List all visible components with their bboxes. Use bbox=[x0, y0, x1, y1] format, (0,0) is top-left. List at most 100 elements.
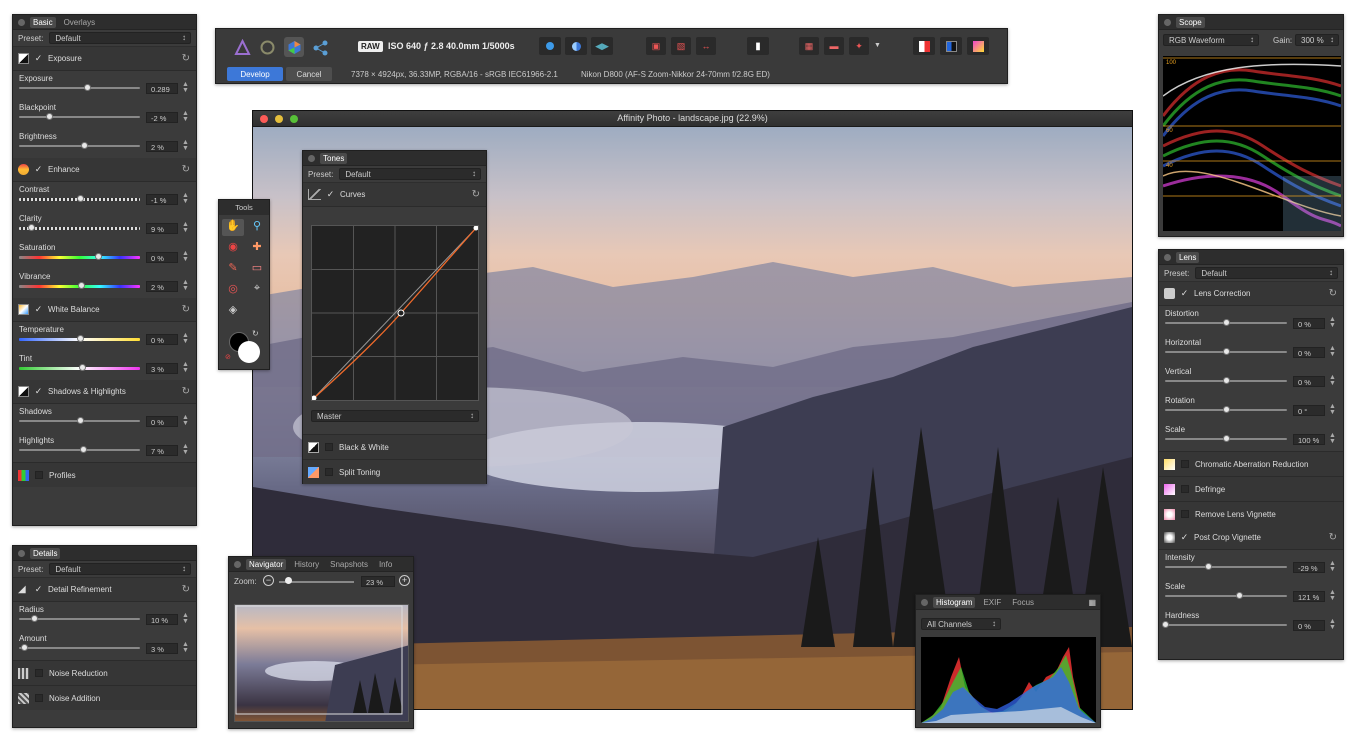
tab-info[interactable]: Info bbox=[376, 559, 395, 570]
hardness-slider-knob[interactable] bbox=[1162, 621, 1169, 628]
brush-tool-icon[interactable]: ✎ bbox=[222, 261, 244, 278]
temperature-value-field[interactable]: 0 % bbox=[146, 334, 178, 345]
channel-select[interactable]: Master bbox=[311, 410, 479, 422]
gradient-tool-icon[interactable]: ◎ bbox=[222, 282, 244, 299]
noise-addition-checkbox[interactable] bbox=[35, 694, 43, 702]
tab-focus[interactable]: Focus bbox=[1009, 597, 1037, 608]
contrast-stepper[interactable]: ▲ ▼ bbox=[182, 192, 189, 205]
chromatic-aberration-section[interactable]: Chromatic Aberration Reduction bbox=[1159, 451, 1343, 476]
curve-point[interactable] bbox=[397, 309, 405, 317]
lens-correction-checkbox[interactable]: ✓ bbox=[1180, 288, 1189, 299]
zoom-value[interactable]: 23 % bbox=[361, 576, 395, 587]
eraser-tool-icon[interactable]: ▭ bbox=[246, 261, 268, 278]
develop-persona-icon[interactable] bbox=[284, 37, 304, 57]
tab-tones[interactable]: Tones bbox=[320, 152, 348, 164]
detail-refinement-checkbox[interactable]: ✓ bbox=[34, 584, 43, 595]
panel-close-icon[interactable] bbox=[1164, 253, 1171, 261]
tint-stepper[interactable]: ▲ ▼ bbox=[182, 361, 189, 374]
contrast-value-field[interactable]: -1 % bbox=[146, 194, 178, 205]
preset-select[interactable]: Default bbox=[339, 168, 481, 180]
enhance-section[interactable]: ✓ Enhance ↻ bbox=[13, 158, 196, 182]
crop-icon[interactable]: ↔ bbox=[696, 37, 716, 55]
panel-menu-icon[interactable]: ▦ bbox=[1088, 598, 1096, 607]
exposure-slider-track[interactable] bbox=[19, 87, 140, 89]
white-balance-tool-icon[interactable]: ◈ bbox=[222, 303, 244, 320]
hardness-stepper[interactable]: ▲ ▼ bbox=[1329, 618, 1336, 631]
detail-refinement-section[interactable]: ◢ ✓ Detail Refinement ↻ bbox=[13, 578, 196, 602]
brightness-slider-track[interactable] bbox=[19, 145, 140, 147]
zoom-tool-icon[interactable]: ⚲ bbox=[246, 219, 268, 236]
temperature-slider-knob[interactable] bbox=[76, 335, 84, 342]
cancel-button[interactable]: Cancel bbox=[286, 67, 332, 81]
radius-stepper[interactable]: ▲ ▼ bbox=[182, 612, 189, 625]
view-tool-icon[interactable]: ✋ bbox=[222, 219, 244, 236]
zoom-slider-knob[interactable] bbox=[285, 577, 292, 584]
saturation-value-field[interactable]: 0 % bbox=[146, 252, 178, 263]
reset-icon[interactable]: ↻ bbox=[182, 164, 190, 175]
tab-history[interactable]: History bbox=[291, 559, 322, 570]
rotation-value-field[interactable]: 0 ° bbox=[1293, 405, 1325, 416]
blackpoint-slider-track[interactable] bbox=[19, 116, 140, 118]
profiles-checkbox[interactable] bbox=[35, 471, 43, 479]
photo-persona-icon[interactable] bbox=[234, 38, 251, 56]
enhance-checkbox[interactable]: ✓ bbox=[34, 164, 43, 175]
radius-value-field[interactable]: 10 % bbox=[146, 614, 178, 625]
shadows-stepper[interactable]: ▲ ▼ bbox=[182, 414, 189, 427]
distortion-slider-knob[interactable] bbox=[1223, 319, 1230, 326]
blackpoint-slider-knob[interactable] bbox=[46, 113, 54, 120]
defringe-checkbox[interactable] bbox=[1181, 485, 1189, 493]
scope-mode-select[interactable]: RGB Waveform bbox=[1163, 34, 1259, 46]
intensity-value-field[interactable]: -29 % bbox=[1293, 562, 1325, 573]
exposure-section[interactable]: ✓ Exposure ↻ bbox=[13, 47, 196, 71]
highlights-clip-icon[interactable] bbox=[913, 37, 935, 55]
tab-details[interactable]: Details bbox=[30, 547, 61, 559]
tint-value-field[interactable]: 3 % bbox=[146, 363, 178, 374]
single-view-icon[interactable] bbox=[539, 37, 561, 55]
tint-slider-knob[interactable] bbox=[78, 364, 86, 371]
distortion-stepper[interactable]: ▲ ▼ bbox=[1329, 316, 1336, 329]
remove-vignette-section[interactable]: Remove Lens Vignette bbox=[1159, 501, 1343, 526]
preset-select[interactable]: Default bbox=[1195, 267, 1338, 279]
clarity-value-field[interactable]: 9 % bbox=[146, 223, 178, 234]
vibrance-slider-knob[interactable] bbox=[77, 282, 85, 289]
brightness-value-field[interactable]: 2 % bbox=[146, 141, 178, 152]
reset-icon[interactable]: ↻ bbox=[472, 189, 480, 200]
highlights-value-field[interactable]: 7 % bbox=[146, 445, 178, 456]
mirror-view-icon[interactable]: ◀▶ bbox=[591, 37, 613, 55]
saturation-slider-track[interactable] bbox=[19, 256, 140, 259]
intensity-stepper[interactable]: ▲ ▼ bbox=[1329, 560, 1336, 573]
black-white-section[interactable]: Black & White bbox=[303, 434, 486, 459]
scale2-value-field[interactable]: 121 % bbox=[1293, 591, 1325, 602]
horizontal-stepper[interactable]: ▲ ▼ bbox=[1329, 345, 1336, 358]
amount-value-field[interactable]: 3 % bbox=[146, 643, 178, 654]
vertical-slider-knob[interactable] bbox=[1223, 377, 1230, 384]
exposure-checkbox[interactable]: ✓ bbox=[34, 53, 43, 64]
black-white-checkbox[interactable] bbox=[325, 443, 333, 451]
shadows-value-field[interactable]: 0 % bbox=[146, 416, 178, 427]
shadows-highlights-checkbox[interactable]: ✓ bbox=[34, 386, 43, 397]
tab-scope[interactable]: Scope bbox=[1176, 16, 1205, 28]
intensity-slider-track[interactable] bbox=[1165, 566, 1287, 568]
split-toning-section[interactable]: Split Toning bbox=[303, 459, 486, 484]
radius-slider-knob[interactable] bbox=[30, 615, 38, 622]
panel-close-icon[interactable] bbox=[18, 549, 25, 557]
amount-slider-track[interactable] bbox=[19, 647, 140, 649]
panel-close-icon[interactable] bbox=[1164, 18, 1171, 26]
temperature-stepper[interactable]: ▲ ▼ bbox=[182, 332, 189, 345]
curves-graph[interactable] bbox=[311, 225, 479, 401]
defringe-section[interactable]: Defringe bbox=[1159, 476, 1343, 501]
tab-snapshots[interactable]: Snapshots bbox=[327, 559, 371, 570]
amount-slider-knob[interactable] bbox=[20, 644, 28, 651]
color-swatches[interactable]: ↻ ⊘ bbox=[225, 329, 262, 365]
post-crop-vignette-section[interactable]: ✓ Post Crop Vignette ↻ bbox=[1159, 526, 1343, 550]
overlay-gradient-icon[interactable]: ▧ bbox=[671, 37, 691, 55]
preset-select[interactable]: Default bbox=[49, 32, 191, 44]
crop-tool-icon[interactable]: ⌖ bbox=[246, 282, 268, 299]
scale-stepper[interactable]: ▲ ▼ bbox=[1329, 432, 1336, 445]
tab-histogram[interactable]: Histogram bbox=[933, 596, 976, 608]
hardness-value-field[interactable]: 0 % bbox=[1293, 620, 1325, 631]
panel-close-icon[interactable] bbox=[18, 18, 25, 26]
reset-icon[interactable]: ↻ bbox=[182, 304, 190, 315]
white-balance-picker-icon[interactable]: ▮ bbox=[747, 37, 769, 55]
blackpoint-value-field[interactable]: -2 % bbox=[146, 112, 178, 123]
